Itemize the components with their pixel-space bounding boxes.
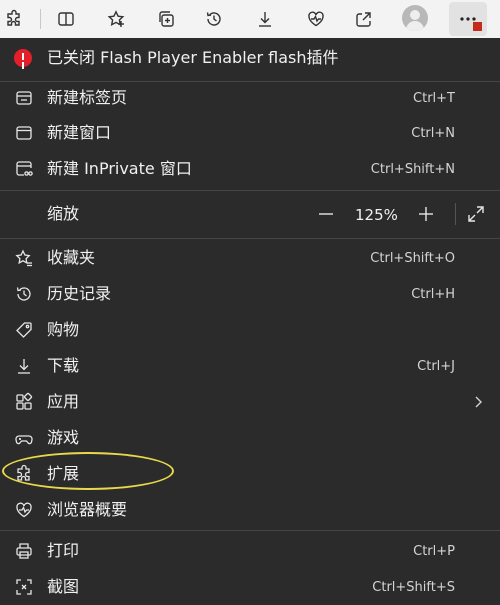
menu-item-label: 截图 bbox=[47, 577, 80, 596]
settings-menu: 已关闭 Flash Player Enabler flash插件 新建标签页 C… bbox=[0, 38, 500, 598]
menu-item-label: 购物 bbox=[47, 320, 80, 339]
history-icon bbox=[14, 284, 34, 304]
menu-item-label: 收藏夹 bbox=[47, 248, 96, 267]
shortcut-text: Ctrl+N bbox=[411, 126, 455, 141]
menu-item-shopping[interactable]: 购物 bbox=[0, 312, 500, 348]
shortcut-text: Ctrl+Shift+S bbox=[372, 580, 455, 595]
flash-notice-text: 已关闭 Flash Player Enabler flash插件 bbox=[47, 48, 339, 67]
menu-item-label: 下载 bbox=[47, 356, 80, 375]
games-icon bbox=[14, 428, 34, 448]
menu-item-history[interactable]: 历史记录 Ctrl+H bbox=[0, 276, 500, 312]
highlight-ellipse bbox=[2, 452, 174, 490]
apps-icon bbox=[14, 392, 34, 412]
download-icon bbox=[14, 356, 34, 376]
menu-item-label: 应用 bbox=[47, 392, 80, 411]
menu-item-screenshot[interactable]: 截图 Ctrl+Shift+S bbox=[0, 569, 500, 605]
menu-item-new-window[interactable]: 新建窗口 Ctrl+N bbox=[0, 115, 500, 151]
menu-item-label: 打印 bbox=[47, 541, 80, 560]
menu-item-label: 新建 InPrivate 窗口 bbox=[47, 159, 192, 178]
inprivate-icon bbox=[14, 159, 34, 179]
shortcut-text: Ctrl+Shift+N bbox=[370, 162, 455, 177]
favorites-icon bbox=[14, 248, 34, 268]
fullscreen-icon[interactable] bbox=[466, 204, 486, 224]
menu-item-label: 新建标签页 bbox=[47, 88, 128, 107]
shortcut-text: Ctrl+H bbox=[411, 287, 455, 302]
avatar-head bbox=[410, 10, 420, 20]
new-window-icon bbox=[14, 123, 34, 143]
screenshot-icon bbox=[14, 577, 34, 597]
menu-item-print[interactable]: 打印 Ctrl+P bbox=[0, 533, 500, 569]
zoom-label: 缩放 bbox=[47, 204, 80, 223]
share-icon[interactable] bbox=[350, 5, 378, 33]
menu-item-label: 游戏 bbox=[47, 428, 80, 447]
menu-item-favorites[interactable]: 收藏夹 Ctrl+Shift+O bbox=[0, 240, 500, 276]
menu-item-label: 浏览器概要 bbox=[47, 500, 128, 519]
divider bbox=[0, 530, 500, 531]
zoom-out-button[interactable] bbox=[316, 204, 336, 224]
browser-essentials-icon bbox=[14, 500, 34, 520]
shortcut-text: Ctrl+T bbox=[413, 91, 455, 106]
notification-dot bbox=[473, 22, 482, 31]
downloads-icon[interactable] bbox=[251, 5, 279, 33]
divider bbox=[0, 238, 500, 239]
shopping-tag-icon bbox=[14, 320, 34, 340]
collections-icon[interactable] bbox=[152, 5, 180, 33]
new-tab-icon bbox=[14, 88, 34, 108]
menu-item-games[interactable]: 游戏 bbox=[0, 420, 500, 456]
divider bbox=[0, 190, 500, 191]
menu-item-label: 新建窗口 bbox=[47, 123, 112, 142]
menu-item-new-tab[interactable]: 新建标签页 Ctrl+T bbox=[0, 80, 500, 116]
profile-avatar[interactable] bbox=[402, 5, 428, 31]
split-screen-icon[interactable] bbox=[52, 5, 80, 33]
history-icon[interactable] bbox=[200, 5, 228, 33]
zoom-value: 125% bbox=[355, 206, 398, 224]
avatar-body bbox=[406, 21, 424, 31]
chevron-right-icon bbox=[475, 396, 482, 408]
menu-item-zoom: 缩放 125% bbox=[0, 196, 500, 232]
flash-notice-row: 已关闭 Flash Player Enabler flash插件 bbox=[0, 40, 500, 76]
extensions-icon[interactable] bbox=[0, 5, 28, 33]
shortcut-text: Ctrl+J bbox=[417, 359, 455, 374]
menu-item-downloads[interactable]: 下载 Ctrl+J bbox=[0, 348, 500, 384]
menu-item-label: 历史记录 bbox=[47, 284, 112, 303]
browser-essentials-icon[interactable] bbox=[302, 5, 330, 33]
zoom-in-button[interactable] bbox=[416, 204, 436, 224]
shortcut-text: Ctrl+Shift+O bbox=[370, 251, 455, 266]
menu-item-apps[interactable]: 应用 bbox=[0, 384, 500, 420]
toolbar-separator bbox=[40, 9, 41, 29]
browser-toolbar bbox=[0, 0, 500, 39]
menu-item-new-inprivate[interactable]: 新建 InPrivate 窗口 Ctrl+Shift+N bbox=[0, 151, 500, 187]
favorites-icon[interactable] bbox=[102, 5, 130, 33]
printer-icon bbox=[14, 541, 34, 561]
zoom-separator bbox=[455, 203, 456, 225]
alert-icon bbox=[14, 49, 32, 67]
shortcut-text: Ctrl+P bbox=[413, 544, 455, 559]
menu-item-browser-essentials[interactable]: 浏览器概要 bbox=[0, 492, 500, 528]
